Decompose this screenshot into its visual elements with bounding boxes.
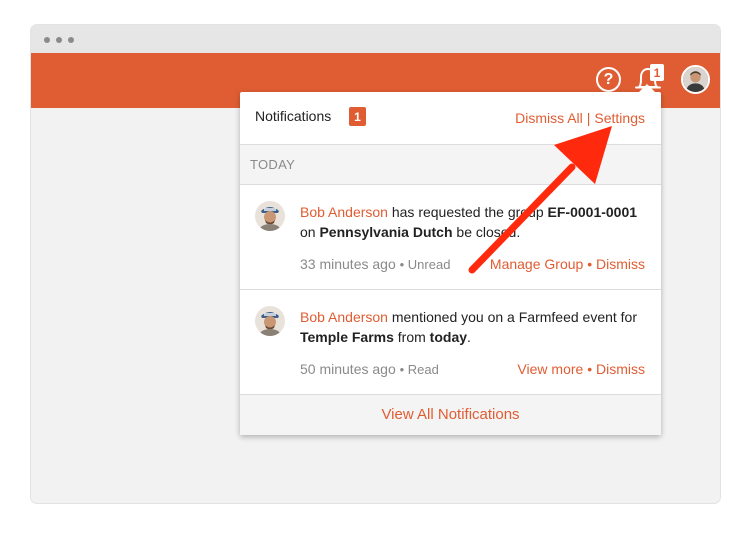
window-dot[interactable] <box>44 37 50 43</box>
bullet: • <box>587 256 593 272</box>
settings-link[interactable]: Settings <box>594 110 645 126</box>
view-all-notifications-link[interactable]: View All Notifications <box>381 406 519 423</box>
notifications-header: Notifications 1 Dismiss All | Settings <box>240 92 661 145</box>
notification-text-part: . <box>467 329 471 345</box>
notification-actions: Manage Group • Dismiss <box>490 256 645 272</box>
farm-name: Pennsylvania Dutch <box>319 224 453 240</box>
notification-time: 33 minutes ago <box>300 256 396 272</box>
notification-text: Bob Anderson has requested the group EF-… <box>300 202 645 242</box>
dismiss-all-link[interactable]: Dismiss All <box>515 110 583 126</box>
user-avatar[interactable] <box>681 65 710 94</box>
notification-meta: 50 minutes ago • Read <box>300 361 439 377</box>
notification-text: Bob Anderson mentioned you on a Farmfeed… <box>300 307 645 347</box>
window-dot[interactable] <box>56 37 62 43</box>
separator: | <box>586 110 591 126</box>
bell-badge: 1 <box>650 64 664 81</box>
event-date: today <box>429 329 468 345</box>
notifications-title: Notifications <box>255 108 332 124</box>
notifications-dropdown: Notifications 1 Dismiss All | Settings TOD… <box>240 84 661 435</box>
header-actions: Dismiss All | Settings <box>515 110 645 126</box>
notification-time: 50 minutes ago <box>300 361 396 377</box>
group-id: EF-0001-0001 <box>547 204 638 220</box>
sender-avatar <box>255 306 285 336</box>
notification-text-part: mentioned you on a Farmfeed event for <box>387 309 638 325</box>
farm-name: Temple Farms <box>300 329 394 345</box>
notification-text-part: has requested the group <box>387 204 548 220</box>
notification-status: • Unread <box>399 257 451 272</box>
notification-status: • Read <box>399 362 439 377</box>
notification-meta: 33 minutes ago • Unread <box>300 256 450 272</box>
dismiss-link[interactable]: Dismiss <box>596 361 645 377</box>
section-label: TODAY <box>250 157 296 172</box>
notifications-count-badge: 1 <box>349 107 366 126</box>
help-icon[interactable]: ? <box>596 67 621 92</box>
notification-text-part: be closed. <box>452 224 521 240</box>
dismiss-link[interactable]: Dismiss <box>596 256 645 272</box>
window-titlebar <box>31 25 720 53</box>
notifications-footer: View All Notifications <box>240 395 661 435</box>
notification-text-part: from <box>393 329 430 345</box>
notification-text-part: on <box>300 224 320 240</box>
notification-actions: View more • Dismiss <box>517 361 645 377</box>
window-dot[interactable] <box>68 37 74 43</box>
dropdown-caret <box>639 84 655 92</box>
section-today: TODAY <box>240 145 661 185</box>
sender-avatar <box>255 201 285 231</box>
notification-item[interactable]: Bob Anderson has requested the group EF-… <box>240 185 661 290</box>
manage-group-link[interactable]: Manage Group <box>490 256 583 272</box>
notification-item[interactable]: Bob Anderson mentioned you on a Farmfeed… <box>240 290 661 395</box>
sender-name[interactable]: Bob Anderson <box>300 204 388 220</box>
view-more-link[interactable]: View more <box>517 361 583 377</box>
sender-name[interactable]: Bob Anderson <box>300 309 388 325</box>
bullet: • <box>587 361 593 377</box>
